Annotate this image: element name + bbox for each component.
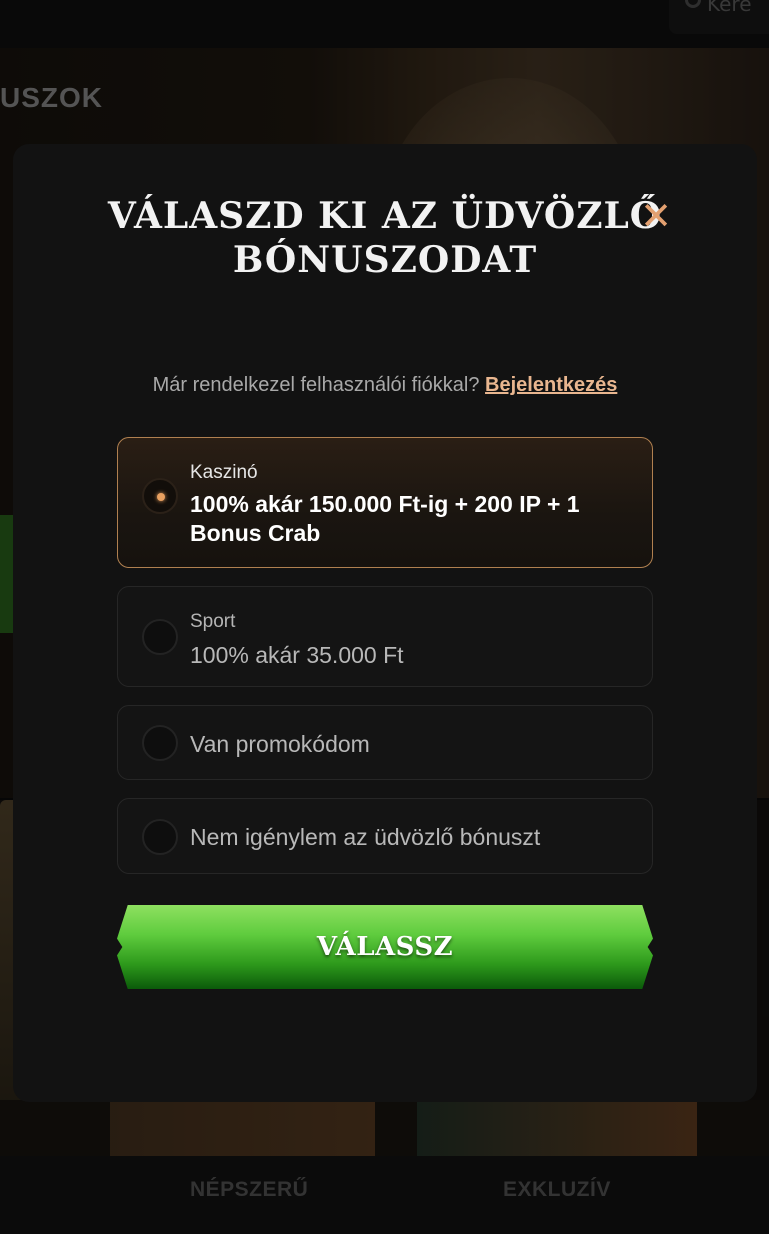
radio-button[interactable] (142, 478, 178, 514)
option-value: 100% akár 35.000 Ft (190, 642, 404, 668)
radio-button[interactable] (142, 819, 178, 855)
radio-button[interactable] (142, 725, 178, 761)
option-sport[interactable]: Sport 100% akár 35.000 Ft (117, 586, 653, 687)
option-casino[interactable]: Kaszinó 100% akár 150.000 Ft-ig + 200 IP… (117, 437, 653, 568)
welcome-bonus-modal: VÁLASZD KI AZ ÜDVÖZLŐ BÓNUSZODAT ✕ Már r… (13, 144, 757, 1102)
option-value: 100% akár 150.000 Ft-ig + 200 IP + 1 Bon… (190, 491, 580, 546)
modal-title: VÁLASZD KI AZ ÜDVÖZLŐ BÓNUSZODAT (107, 195, 663, 281)
option-value: Nem igénylem az üdvözlő bónuszt (190, 824, 541, 850)
radio-selected-dot (157, 493, 165, 501)
radio-button[interactable] (142, 619, 178, 655)
option-no-bonus[interactable]: Nem igénylem az üdvözlő bónuszt (117, 798, 653, 874)
choose-button[interactable]: VÁLASSZ (117, 905, 653, 989)
option-label: Sport (190, 611, 236, 632)
close-icon[interactable]: ✕ (638, 197, 674, 235)
login-link[interactable]: Bejelentkezés (485, 374, 617, 396)
option-value: Van promokódom (190, 731, 370, 757)
login-prompt: Már rendelkezel felhasználói fiókkal? (152, 374, 480, 396)
option-label: Kaszinó (190, 462, 258, 483)
option-promo-code[interactable]: Van promokódom (117, 705, 653, 780)
login-prompt-line: Már rendelkezel felhasználói fiókkal? Be… (13, 374, 757, 397)
